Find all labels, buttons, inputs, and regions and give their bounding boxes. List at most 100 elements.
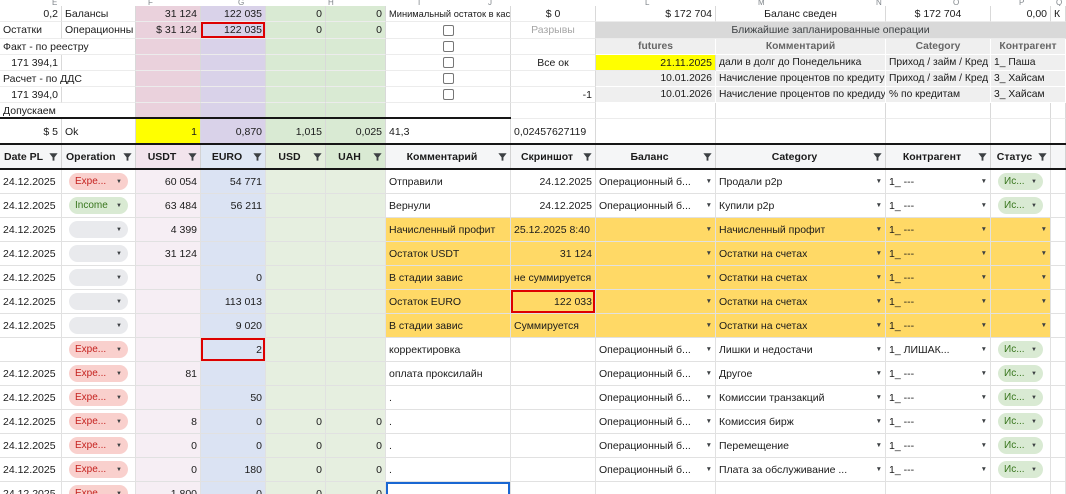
- cell-usd[interactable]: [266, 170, 326, 194]
- cell-date[interactable]: 24.12.2025: [0, 218, 62, 242]
- cell-screenshot[interactable]: 24.12.2025: [511, 170, 596, 194]
- cell-balance[interactable]: Операционный б... ▼: [596, 170, 716, 194]
- filter-icon[interactable]: [497, 151, 508, 162]
- operation-dropdown[interactable]: Expe... ▼: [69, 461, 128, 478]
- cell-date[interactable]: [0, 338, 62, 362]
- top-cell[interactable]: 10.01.2026: [596, 71, 716, 87]
- cell-uah[interactable]: [326, 170, 386, 194]
- top-cell-empty[interactable]: [596, 103, 716, 119]
- cell-screenshot[interactable]: 24.12.2025: [511, 194, 596, 218]
- top-cell-empty[interactable]: [326, 71, 386, 87]
- operation-dropdown[interactable]: Expe... ▼: [69, 173, 128, 190]
- cell-euro[interactable]: 0: [201, 434, 266, 458]
- operation-dropdown[interactable]: ▼: [69, 221, 128, 238]
- cell-category[interactable]: Другое ▼: [716, 362, 886, 386]
- cell-usdt[interactable]: 81: [136, 362, 201, 386]
- cell-euro[interactable]: 56 211: [201, 194, 266, 218]
- column-header-usdt[interactable]: USDT: [136, 145, 201, 168]
- cell-usd[interactable]: [266, 362, 326, 386]
- status-dropdown[interactable]: Ис... ▼: [998, 389, 1043, 406]
- top-cell[interactable]: Расчет - по ДДС: [0, 71, 136, 87]
- cell-party[interactable]: 1_ --- ▼: [886, 434, 991, 458]
- column-header-date-pl[interactable]: Date PL: [0, 145, 62, 168]
- column-header-uah[interactable]: UAH: [326, 145, 386, 168]
- top-cell[interactable]: 0: [266, 6, 326, 22]
- cell-comment[interactable]: В стадии завис: [386, 314, 511, 338]
- column-header-screenshot[interactable]: Скриншот: [511, 145, 596, 168]
- top-cell[interactable]: futures: [596, 39, 716, 55]
- top-cell[interactable]: Балансы: [62, 6, 136, 22]
- operation-dropdown[interactable]: Expe... ▼: [69, 437, 128, 454]
- cell-euro[interactable]: 113 013: [201, 290, 266, 314]
- cell-usdt[interactable]: [136, 386, 201, 410]
- operation-dropdown[interactable]: Expe... ▼: [69, 389, 128, 406]
- cell-balance[interactable]: ▼: [596, 314, 716, 338]
- top-cell[interactable]: 171 394,1: [0, 55, 62, 71]
- cell-euro[interactable]: 54 771: [201, 170, 266, 194]
- cell-usdt[interactable]: [136, 338, 201, 362]
- top-cell-empty[interactable]: [266, 87, 326, 103]
- cell-usd[interactable]: 0: [266, 458, 326, 482]
- cell-screenshot[interactable]: [511, 338, 596, 362]
- cell-comment[interactable]: Вернули: [386, 194, 511, 218]
- cell-uah[interactable]: [326, 218, 386, 242]
- top-cell[interactable]: 0: [266, 22, 326, 39]
- cell-uah[interactable]: 0: [326, 434, 386, 458]
- checkbox-cell[interactable]: [386, 71, 511, 87]
- cell-status[interactable]: Ис... ▼: [991, 338, 1051, 362]
- cell-date[interactable]: 24.12.2025: [0, 170, 62, 194]
- top-cell[interactable]: Операционны: [62, 22, 136, 39]
- cell-party[interactable]: [886, 482, 991, 494]
- top-cell[interactable]: 0: [326, 22, 386, 39]
- cell-uah[interactable]: 0: [326, 458, 386, 482]
- cell-date[interactable]: 24.12.2025: [0, 314, 62, 338]
- cell-euro[interactable]: [201, 218, 266, 242]
- cell-party[interactable]: 1_ --- ▼: [886, 458, 991, 482]
- cell-uah[interactable]: 0: [326, 482, 386, 494]
- cell-operation[interactable]: ▼: [62, 314, 136, 338]
- cell-party[interactable]: 1_ --- ▼: [886, 242, 991, 266]
- cell-balance[interactable]: ▼: [596, 242, 716, 266]
- cell-uah[interactable]: [326, 194, 386, 218]
- cell-screenshot[interactable]: 122 033: [511, 290, 596, 314]
- cell-usd[interactable]: [266, 242, 326, 266]
- top-cell[interactable]: Приход / займ / Кред: [886, 55, 991, 71]
- filter-icon[interactable]: [582, 151, 593, 162]
- top-cell[interactable]: Ok: [62, 119, 136, 145]
- cell-balance[interactable]: Операционный б... ▼: [596, 194, 716, 218]
- cell-usd[interactable]: [266, 290, 326, 314]
- cell-operation[interactable]: Income ▼: [62, 194, 136, 218]
- cell-party[interactable]: 1_ --- ▼: [886, 362, 991, 386]
- filter-icon[interactable]: [372, 151, 383, 162]
- cell-comment[interactable]: .: [386, 482, 511, 494]
- status-dropdown[interactable]: Ис... ▼: [998, 341, 1043, 358]
- operation-dropdown[interactable]: ▼: [69, 269, 128, 286]
- operation-dropdown[interactable]: Expe... ▼: [69, 413, 128, 430]
- cell-status[interactable]: ▼: [991, 314, 1051, 338]
- top-cell[interactable]: 122 035: [201, 6, 266, 22]
- cell-category[interactable]: Продали p2p ▼: [716, 170, 886, 194]
- cell-operation[interactable]: Expe... ▼: [62, 482, 136, 494]
- filter-icon[interactable]: [312, 151, 323, 162]
- cell-screenshot[interactable]: [511, 386, 596, 410]
- cell-euro[interactable]: [201, 242, 266, 266]
- cell-euro[interactable]: 0: [201, 410, 266, 434]
- filter-icon[interactable]: [1037, 151, 1048, 162]
- top-cell-empty[interactable]: [266, 71, 326, 87]
- cell-screenshot[interactable]: [511, 458, 596, 482]
- checkbox[interactable]: [442, 57, 454, 68]
- top-cell[interactable]: 10.01.2026: [596, 87, 716, 103]
- top-cell-empty[interactable]: [326, 55, 386, 71]
- top-cell[interactable]: $ 172 704: [596, 6, 716, 22]
- operation-dropdown[interactable]: Expe... ▼: [69, 365, 128, 382]
- cell-balance[interactable]: ▼: [596, 218, 716, 242]
- top-cell[interactable]: дали в долг до Понедельника: [716, 55, 886, 71]
- top-cell[interactable]: Начисление процентов по кредиту: [716, 71, 886, 87]
- operation-dropdown[interactable]: Income ▼: [69, 197, 128, 214]
- cell-screenshot[interactable]: 31 124: [511, 242, 596, 266]
- cell-screenshot[interactable]: не суммируется: [511, 266, 596, 290]
- cell-category[interactable]: Начисленный профит ▼: [716, 218, 886, 242]
- cell-operation[interactable]: ▼: [62, 218, 136, 242]
- cell-usdt[interactable]: 8: [136, 410, 201, 434]
- cell-usdt[interactable]: 63 484: [136, 194, 201, 218]
